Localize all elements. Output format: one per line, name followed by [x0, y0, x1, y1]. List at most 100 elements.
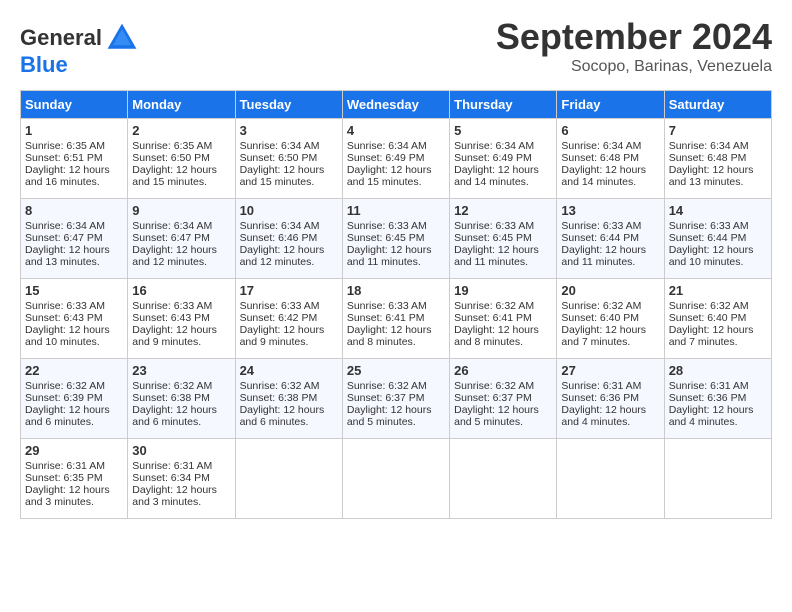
header: General Blue September 2024 Socopo, Bari…: [20, 16, 772, 78]
day-number: 2: [132, 123, 230, 138]
sunrise: Sunrise: 6:33 AM: [240, 300, 320, 312]
calendar-cell: 2Sunrise: 6:35 AMSunset: 6:50 PMDaylight…: [128, 119, 235, 199]
day-number: 24: [240, 363, 338, 378]
sunrise: Sunrise: 6:34 AM: [25, 220, 105, 232]
sunset: Sunset: 6:41 PM: [454, 312, 532, 324]
sunrise: Sunrise: 6:32 AM: [454, 380, 534, 392]
daylight-label: Daylight: 12 hours and 13 minutes.: [669, 164, 754, 188]
sunset: Sunset: 6:38 PM: [240, 392, 318, 404]
day-number: 29: [25, 443, 123, 458]
day-number: 14: [669, 203, 767, 218]
sunset: Sunset: 6:39 PM: [25, 392, 103, 404]
calendar-cell: 6Sunrise: 6:34 AMSunset: 6:48 PMDaylight…: [557, 119, 664, 199]
daylight-label: Daylight: 12 hours and 8 minutes.: [347, 324, 432, 348]
calendar-cell: 16Sunrise: 6:33 AMSunset: 6:43 PMDayligh…: [128, 279, 235, 359]
sunrise: Sunrise: 6:33 AM: [132, 300, 212, 312]
calendar-cell: [450, 439, 557, 519]
sunrise: Sunrise: 6:34 AM: [132, 220, 212, 232]
calendar-cell: 22 Sunrise: 6:32 AMSunset: 6:39 PMDayligh…: [21, 359, 128, 439]
daylight-label: Daylight: 12 hours and 6 minutes.: [132, 404, 217, 428]
daylight-label: Daylight: 12 hours and 8 minutes.: [454, 324, 539, 348]
day-number: 30: [132, 443, 230, 458]
location-title: Socopo, Barinas, Venezuela: [496, 58, 772, 76]
calendar-cell: 8Sunrise: 6:34 AMSunset: 6:47 PMDaylight…: [21, 199, 128, 279]
day-number: 4: [347, 123, 445, 138]
sunset: Sunset: 6:44 PM: [669, 232, 747, 244]
logo: General Blue: [20, 20, 140, 78]
calendar-cell: 25Sunrise: 6:32 AMSunset: 6:37 PMDayligh…: [342, 359, 449, 439]
col-tuesday: Tuesday: [235, 91, 342, 119]
day-number: 20: [561, 283, 659, 298]
daylight-label: Daylight: 12 hours and 12 minutes.: [240, 244, 325, 268]
daylight-label: Daylight: 12 hours and 6 minutes.: [25, 404, 110, 428]
calendar-cell: 10Sunrise: 6:34 AMSunset: 6:46 PMDayligh…: [235, 199, 342, 279]
sunrise: Sunrise: 6:34 AM: [347, 140, 427, 152]
calendar-cell: 3 Sunrise: 6:34 AMSunset: 6:50 PMDaylight…: [235, 119, 342, 199]
day-number: 26: [454, 363, 552, 378]
calendar-cell: 18Sunrise: 6:33 AMSunset: 6:41 PMDayligh…: [342, 279, 449, 359]
day-number: 15: [25, 283, 123, 298]
day-number: 9: [132, 203, 230, 218]
sunset: Sunset: 6:48 PM: [561, 152, 639, 164]
sunrise: Sunrise: 6:31 AM: [669, 380, 749, 392]
sunset: Sunset: 6:42 PM: [240, 312, 318, 324]
sunrise: Sunrise: 6:32 AM: [669, 300, 749, 312]
daylight-label: Daylight: 12 hours and 3 minutes.: [25, 484, 110, 508]
sunrise: Sunrise: 6:32 AM: [25, 380, 105, 392]
day-number: 12: [454, 203, 552, 218]
calendar-cell: [235, 439, 342, 519]
daylight-label: Daylight: 12 hours and 9 minutes.: [132, 324, 217, 348]
sunrise: Sunrise: 6:31 AM: [132, 460, 212, 472]
sunset: Sunset: 6:35 PM: [25, 472, 103, 484]
sunrise: Sunrise: 6:34 AM: [240, 140, 320, 152]
col-thursday: Thursday: [450, 91, 557, 119]
col-saturday: Saturday: [664, 91, 771, 119]
sunrise: Sunrise: 6:32 AM: [240, 380, 320, 392]
calendar-cell: 21Sunrise: 6:32 AMSunset: 6:40 PMDayligh…: [664, 279, 771, 359]
sunrise: Sunrise: 6:34 AM: [240, 220, 320, 232]
sunset: Sunset: 6:43 PM: [25, 312, 103, 324]
sunrise: Sunrise: 6:32 AM: [347, 380, 427, 392]
day-number: 25: [347, 363, 445, 378]
sunrise: Sunrise: 6:34 AM: [454, 140, 534, 152]
calendar-cell: 29Sunrise: 6:31 AMSunset: 6:35 PMDayligh…: [21, 439, 128, 519]
day-number: 22: [25, 363, 123, 378]
daylight-label: Daylight: 12 hours and 4 minutes.: [561, 404, 646, 428]
daylight-label: Daylight: 12 hours and 11 minutes.: [347, 244, 432, 268]
daylight-label: Daylight: 12 hours and 12 minutes.: [132, 244, 217, 268]
daylight-label: Daylight: 12 hours and 9 minutes.: [240, 324, 325, 348]
daylight-label: Daylight: 12 hours and 10 minutes.: [669, 244, 754, 268]
calendar-cell: 11Sunrise: 6:33 AMSunset: 6:45 PMDayligh…: [342, 199, 449, 279]
calendar-cell: 15Sunrise: 6:33 AMSunset: 6:43 PMDayligh…: [21, 279, 128, 359]
day-number: 3: [240, 123, 338, 138]
daylight-label: Daylight: 12 hours and 5 minutes.: [347, 404, 432, 428]
daylight-label: Daylight: 12 hours and 14 minutes.: [561, 164, 646, 188]
daylight-label: Daylight: 12 hours and 5 minutes.: [454, 404, 539, 428]
sunrise: Sunrise: 6:35 AM: [132, 140, 212, 152]
sunset: Sunset: 6:45 PM: [347, 232, 425, 244]
calendar-cell: 13Sunrise: 6:33 AMSunset: 6:44 PMDayligh…: [557, 199, 664, 279]
sunrise: Sunrise: 6:34 AM: [561, 140, 641, 152]
sunset: Sunset: 6:50 PM: [240, 152, 318, 164]
daylight-label: Daylight: 12 hours and 15 minutes.: [240, 164, 325, 188]
day-number: 28: [669, 363, 767, 378]
sunset: Sunset: 6:49 PM: [347, 152, 425, 164]
sunset: Sunset: 6:48 PM: [669, 152, 747, 164]
sunset: Sunset: 6:49 PM: [454, 152, 532, 164]
sunset: Sunset: 6:41 PM: [347, 312, 425, 324]
calendar-week-4: 22Sunrise: 6:32 AMSunset: 6:39 PMDayligh…: [21, 359, 772, 439]
daylight-label: Daylight: 12 hours and 14 minutes.: [454, 164, 539, 188]
calendar-week-3: 15Sunrise: 6:33 AMSunset: 6:43 PMDayligh…: [21, 279, 772, 359]
sunset: Sunset: 6:44 PM: [561, 232, 639, 244]
calendar-cell: 1Sunrise: 6:35 AMSunset: 6:51 PMDaylight…: [21, 119, 128, 199]
daylight-label: Daylight: 12 hours and 15 minutes.: [132, 164, 217, 188]
day-number: 19: [454, 283, 552, 298]
calendar-cell: [342, 439, 449, 519]
col-monday: Monday: [128, 91, 235, 119]
day-number: 11: [347, 203, 445, 218]
day-number: 7: [669, 123, 767, 138]
daylight-label: Daylight: 12 hours and 10 minutes.: [25, 324, 110, 348]
day-number: 21: [669, 283, 767, 298]
sunset: Sunset: 6:47 PM: [25, 232, 103, 244]
calendar-cell: 5Sunrise: 6:34 AMSunset: 6:49 PMDaylight…: [450, 119, 557, 199]
